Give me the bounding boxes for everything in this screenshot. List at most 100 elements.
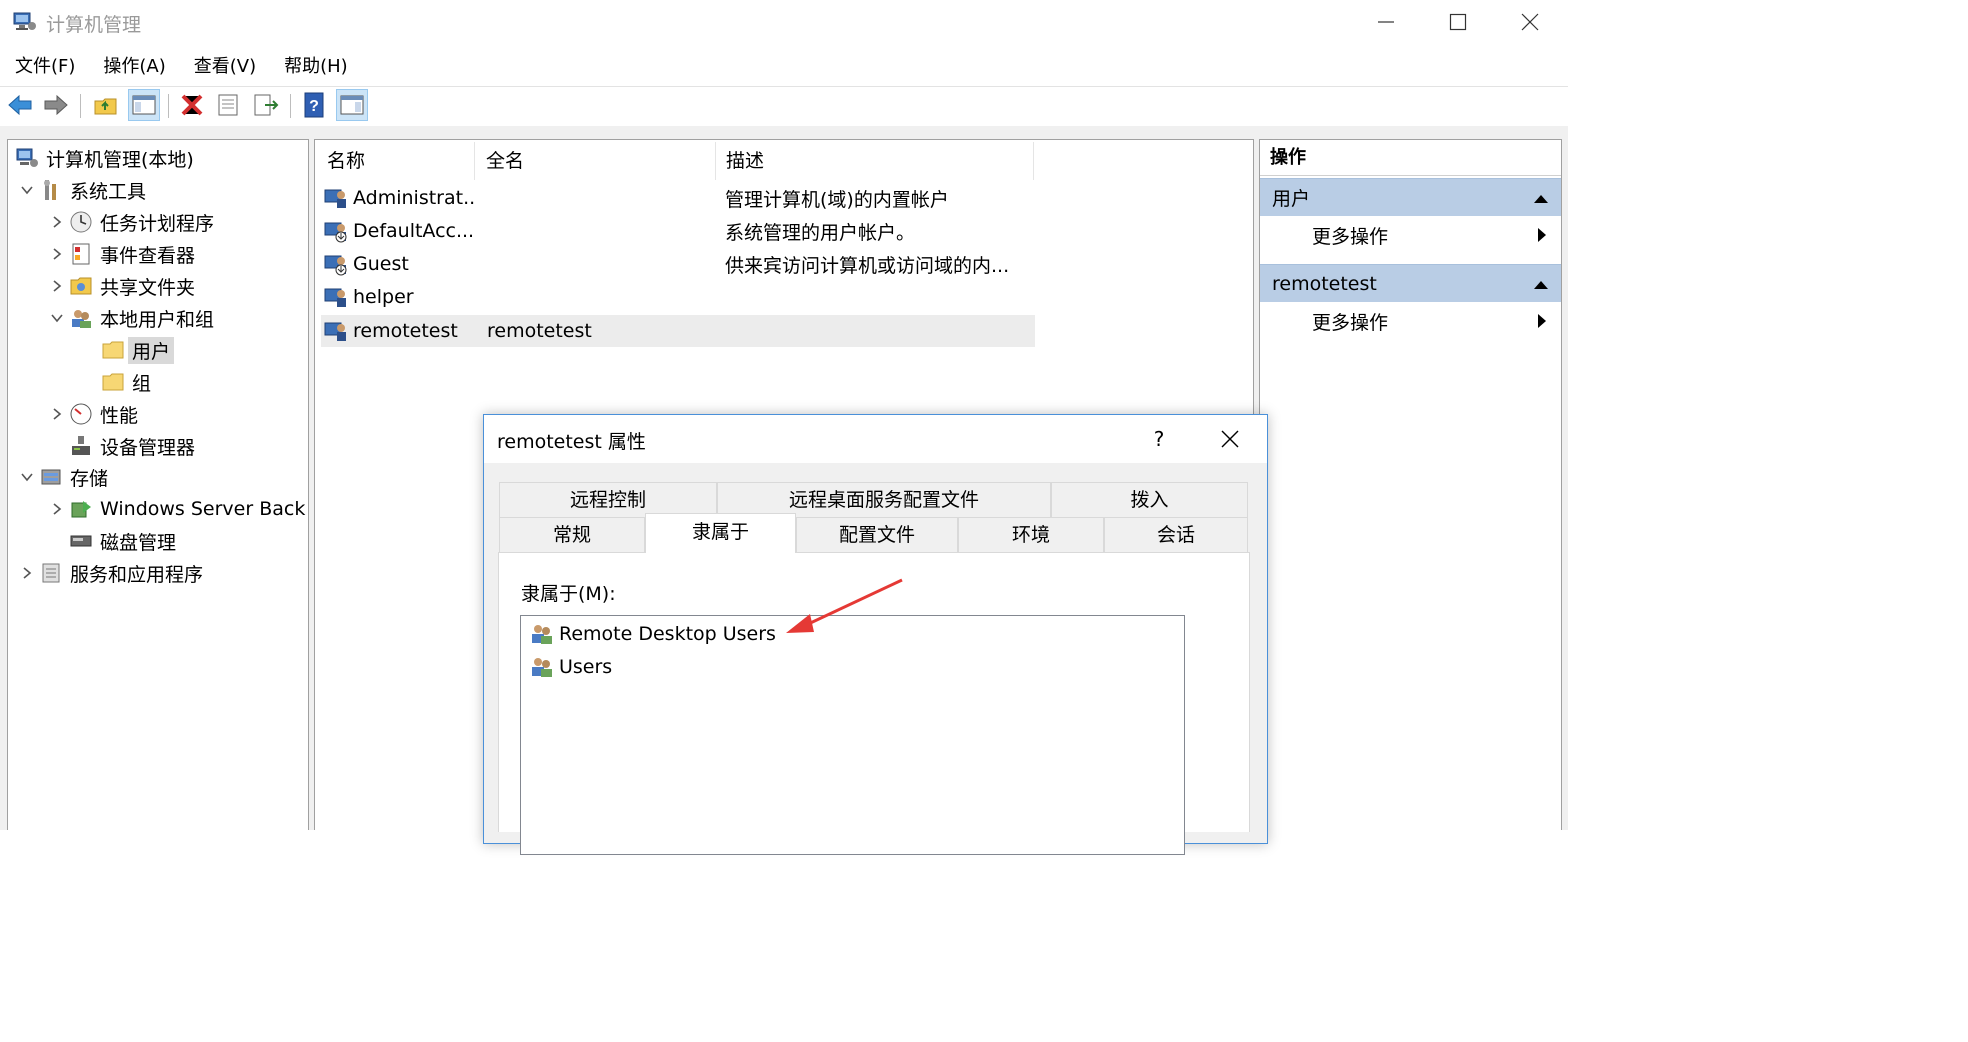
tree-label: Windows Server Back	[100, 498, 306, 520]
tree-label: 事件查看器	[100, 244, 196, 267]
dialog-title-bar: remotetest 属性 ?	[484, 415, 1267, 463]
minimize-button[interactable]	[1350, 0, 1422, 44]
more-actions-remotetest[interactable]: 更多操作	[1260, 304, 1561, 338]
menu-action[interactable]: 操作(A)	[88, 50, 178, 84]
chevron-right-icon[interactable]	[46, 399, 68, 429]
tree-item-local-users-groups[interactable]: 本地用户和组	[46, 303, 214, 333]
delete-button[interactable]	[176, 89, 208, 121]
computer-management-icon	[14, 146, 40, 170]
chevron-right-icon[interactable]	[46, 207, 68, 237]
forward-button[interactable]	[40, 89, 72, 121]
properties-button[interactable]	[212, 89, 244, 121]
export-list-button[interactable]	[250, 89, 282, 121]
menu-divider	[0, 86, 1568, 87]
tab-dial-in[interactable]: 拨入	[1051, 482, 1248, 518]
submenu-arrow-icon	[1538, 228, 1546, 242]
tree-label: 磁盘管理	[100, 531, 177, 554]
tree-item-services-apps[interactable]: 服务和应用程序	[16, 558, 203, 588]
chevron-right-icon[interactable]	[46, 494, 68, 524]
group-item[interactable]: Users	[529, 651, 612, 683]
menu-file[interactable]: 文件(F)	[0, 50, 88, 84]
tree-label: 设备管理器	[100, 436, 196, 459]
maximize-button[interactable]	[1422, 0, 1494, 44]
storage-icon	[38, 465, 64, 489]
up-folder-button[interactable]	[90, 89, 122, 121]
show-hide-action-pane-button[interactable]	[336, 89, 368, 121]
tab-profile[interactable]: 配置文件	[796, 517, 958, 553]
more-actions-users[interactable]: 更多操作	[1260, 218, 1561, 252]
chevron-down-icon[interactable]	[46, 303, 68, 333]
user-fullname: remotetest	[487, 320, 592, 342]
tab-member-of[interactable]: 隶属于	[645, 513, 796, 553]
chevron-down-icon[interactable]	[16, 175, 38, 205]
user-icon	[324, 288, 346, 307]
menu-bar: 文件(F) 操作(A) 查看(V) 帮助(H)	[0, 50, 1568, 84]
more-actions-label: 更多操作	[1312, 311, 1389, 334]
help-button[interactable]: ?	[298, 89, 330, 121]
menu-view[interactable]: 查看(V)	[179, 50, 269, 84]
event-viewer-icon	[68, 242, 94, 266]
group-name: Users	[559, 656, 613, 678]
menu-help[interactable]: 帮助(H)	[269, 50, 361, 84]
user-row-defaultaccount[interactable]: DefaultAcc... 系统管理的用户帐户。	[321, 215, 1035, 247]
actions-section-users[interactable]: 用户	[1260, 178, 1561, 216]
tree-item-event-viewer[interactable]: 事件查看器	[46, 239, 195, 269]
collapse-up-icon[interactable]	[1533, 278, 1549, 290]
chevron-right-icon[interactable]	[46, 271, 68, 301]
show-hide-tree-button[interactable]	[128, 89, 160, 121]
section-label: 用户	[1272, 188, 1311, 210]
toolbar: ?	[0, 88, 1568, 124]
tab-sessions[interactable]: 会话	[1104, 517, 1248, 553]
tree-item-storage[interactable]: 存储	[16, 462, 108, 492]
actions-section-remotetest[interactable]: remotetest	[1260, 264, 1561, 302]
member-of-list[interactable]: Remote Desktop Users Users	[520, 615, 1185, 855]
tree-item-performance[interactable]: 性能	[46, 399, 138, 429]
tree-label: 计算机管理(本地)	[46, 148, 194, 171]
user-icon	[324, 189, 346, 208]
user-name: Guest	[353, 253, 409, 275]
chevron-down-icon[interactable]	[16, 462, 38, 492]
disabled-user-icon	[324, 222, 347, 243]
dialog-close-button[interactable]	[1214, 423, 1246, 455]
tree-item-users[interactable]: 用户	[100, 335, 175, 365]
tree-item-disk-management[interactable]: 磁盘管理	[68, 526, 176, 556]
tree-label: 本地用户和组	[100, 308, 215, 331]
column-header-name[interactable]: 名称	[317, 142, 475, 180]
back-button[interactable]	[4, 89, 36, 121]
tree-item-system-tools[interactable]: 系统工具	[16, 175, 146, 205]
dialog-help-button[interactable]: ?	[1144, 423, 1174, 455]
help-icon: ?	[304, 92, 324, 118]
group-icon	[532, 658, 552, 677]
close-button[interactable]	[1494, 0, 1566, 44]
console-tree: 计算机管理(本地) 系统工具 任务计划程序 事件查看器 共享文件夹 本地用户和组…	[7, 139, 309, 830]
user-row-helper[interactable]: helper	[321, 281, 1035, 313]
action-pane-icon	[340, 95, 364, 115]
tree-item-groups[interactable]: 组	[100, 367, 151, 397]
collapse-up-icon[interactable]	[1533, 192, 1549, 204]
group-item[interactable]: Remote Desktop Users	[529, 618, 776, 650]
tree-item-computer-management[interactable]: 计算机管理(本地)	[14, 143, 194, 173]
user-row-remotetest[interactable]: remotetest remotetest	[321, 315, 1035, 347]
tab-environment[interactable]: 环境	[958, 517, 1104, 553]
annotation-arrow-icon	[786, 578, 903, 633]
tree-label: 存储	[70, 467, 109, 490]
svg-text:?: ?	[309, 98, 319, 115]
user-name: Administrat...	[353, 187, 477, 209]
user-row-guest[interactable]: Guest 供来宾访问计算机或访问域的内...	[321, 248, 1035, 280]
user-description: 供来宾访问计算机或访问域的内...	[725, 254, 1010, 277]
performance-icon	[68, 402, 94, 426]
tab-general[interactable]: 常规	[499, 517, 645, 553]
tree-item-windows-server-backup[interactable]: Windows Server Back	[46, 494, 305, 524]
column-header-description[interactable]: 描述	[716, 142, 1034, 180]
tree-label: 性能	[100, 404, 139, 427]
chevron-right-icon[interactable]	[46, 239, 68, 269]
tree-item-task-scheduler[interactable]: 任务计划程序	[46, 207, 214, 237]
tree-label: 系统工具	[70, 180, 147, 203]
export-icon	[254, 94, 279, 116]
user-row-administrator[interactable]: Administrat... 管理计算机(域)的内置帐户	[321, 182, 1035, 214]
column-header-fullname[interactable]: 全名	[476, 142, 716, 180]
chevron-right-icon[interactable]	[16, 558, 38, 588]
tree-item-shared-folders[interactable]: 共享文件夹	[46, 271, 195, 301]
tree-item-device-manager[interactable]: 设备管理器	[68, 431, 195, 461]
maximize-icon	[1449, 13, 1467, 31]
